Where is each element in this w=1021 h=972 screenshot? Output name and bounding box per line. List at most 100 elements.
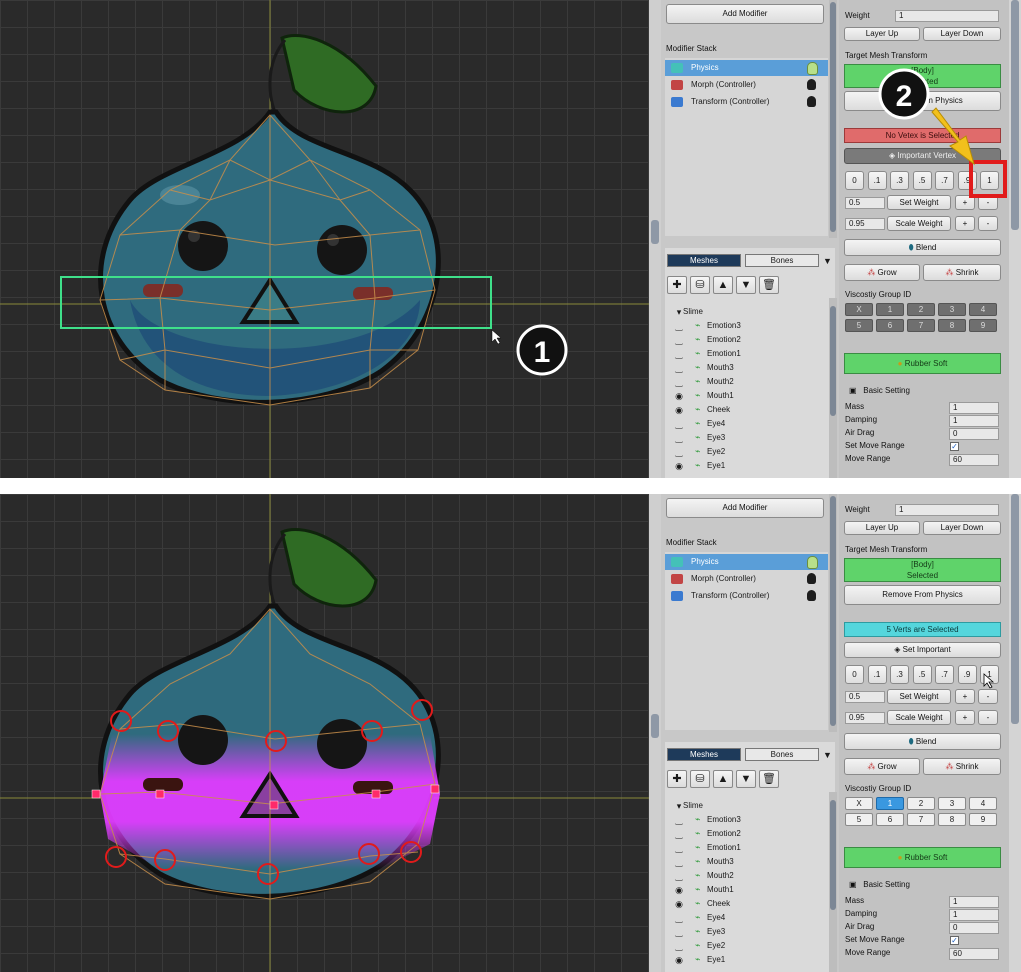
move-down-button[interactable]: ▼ <box>736 770 756 788</box>
viscosity-group-button[interactable]: 6 <box>876 319 904 332</box>
tab-bones[interactable]: Bones <box>745 254 819 267</box>
bulb-off-icon[interactable] <box>807 590 816 601</box>
weight-preset-button[interactable]: .1 <box>867 171 887 190</box>
set-weight-button[interactable]: Set Weight <box>887 195 951 210</box>
property-input[interactable]: 1 <box>949 896 999 908</box>
viewport-scrollbar[interactable] <box>649 0 661 478</box>
eye-open-icon[interactable]: ◉ <box>672 897 686 911</box>
modifier-morph[interactable]: Morph (Controller) <box>665 77 828 93</box>
inspector-scrollbar[interactable] <box>1009 0 1021 478</box>
mesh-tree-item[interactable]: ‿ ⌁ Emotion3 <box>665 813 828 827</box>
mesh-tree-item[interactable]: ‿ ⌁ Emotion2 <box>665 333 828 347</box>
set-move-range-checkbox[interactable]: ✓ <box>950 442 959 451</box>
modifier-morph[interactable]: Morph (Controller) <box>665 571 828 587</box>
viewport-scrollbar[interactable] <box>649 494 661 972</box>
viscosity-group-button[interactable]: 5 <box>845 813 873 826</box>
mesh-tree-item[interactable]: ◉ ⌁ Mouth1 <box>665 389 828 403</box>
eye-closed-icon[interactable]: ‿ <box>672 841 686 855</box>
move-up-button[interactable]: ▲ <box>713 770 733 788</box>
modifier-physics[interactable]: Physics <box>665 554 828 570</box>
scale-minus-button[interactable]: - <box>978 216 998 231</box>
viscosity-group-button[interactable]: 2 <box>907 797 935 810</box>
weight-preset-button[interactable]: .9 <box>957 665 977 684</box>
stack-scrollbar[interactable] <box>829 0 837 238</box>
eye-closed-icon[interactable]: ‿ <box>672 431 686 445</box>
mesh-tree-item[interactable]: ‿ ⌁ Emotion3 <box>665 319 828 333</box>
viscosity-group-button[interactable]: 5 <box>845 319 873 332</box>
mesh-tree-item[interactable]: ‿ ⌁ Emotion2 <box>665 827 828 841</box>
eye-closed-icon[interactable]: ‿ <box>672 813 686 827</box>
weight-input[interactable]: 1 <box>895 10 999 22</box>
viscosity-group-button[interactable]: 4 <box>969 797 997 810</box>
weight-preset-button[interactable]: 0 <box>845 665 864 684</box>
eye-closed-icon[interactable]: ‿ <box>672 925 686 939</box>
viscosity-group-button[interactable]: 7 <box>907 319 935 332</box>
eye-open-icon[interactable]: ◉ <box>672 389 686 403</box>
delete-button[interactable]: 🗑 <box>759 770 779 788</box>
tree-root[interactable]: ▾ Slime <box>665 305 828 319</box>
tab-meshes[interactable]: Meshes <box>667 254 741 267</box>
mesh-tree-item[interactable]: ◉ ⌁ Eye1 <box>665 459 828 473</box>
set-important-button[interactable]: ◈ Set Important <box>844 642 1001 658</box>
weight-preset-button[interactable]: .7 <box>935 171 954 190</box>
scale-plus-button[interactable]: + <box>955 216 975 231</box>
weight-plus-button[interactable]: + <box>955 689 975 704</box>
eye-closed-icon[interactable]: ‿ <box>672 319 686 333</box>
scale-weight-button[interactable]: Scale Weight <box>887 216 951 231</box>
shrink-button[interactable]: ⁂ Shrink <box>923 264 1001 281</box>
set-weight-button[interactable]: Set Weight <box>887 689 951 704</box>
viscosity-group-button[interactable]: 8 <box>938 319 966 332</box>
mesh-tree-item[interactable]: ‿ ⌁ Mouth3 <box>665 361 828 375</box>
mesh-tree-item[interactable]: ‿ ⌁ Eye3 <box>665 925 828 939</box>
property-input[interactable]: 0 <box>949 922 999 934</box>
mesh-viewport[interactable]: 1 <box>0 0 649 478</box>
grow-button[interactable]: ⁂ Grow <box>844 758 920 775</box>
property-input[interactable]: 1 <box>949 415 999 427</box>
viscosity-group-button[interactable]: X <box>845 303 873 316</box>
mesh-tree-item[interactable]: ◉ ⌁ Cheek <box>665 897 828 911</box>
blend-button[interactable]: ⬮ Blend <box>844 239 1001 256</box>
modifier-transform[interactable]: Transform (Controller) <box>665 588 828 604</box>
mesh-tree-item[interactable]: ◉ ⌁ Cheek <box>665 403 828 417</box>
viscosity-group-button[interactable]: 3 <box>938 797 966 810</box>
mesh-tree-item[interactable]: ‿ ⌁ Mouth2 <box>665 869 828 883</box>
tree-root[interactable]: ▾ Slime <box>665 799 828 813</box>
viscosity-group-button[interactable]: X <box>845 797 873 810</box>
add-modifier-button[interactable]: Add Modifier <box>666 4 824 24</box>
set-move-range-checkbox[interactable]: ✓ <box>950 936 959 945</box>
layer-down-button[interactable]: Layer Down <box>923 521 1001 535</box>
viscosity-group-button[interactable]: 4 <box>969 303 997 316</box>
eye-open-icon[interactable]: ◉ <box>672 883 686 897</box>
scale-weight-button[interactable]: Scale Weight <box>887 710 951 725</box>
eye-closed-icon[interactable]: ‿ <box>672 417 686 431</box>
mesh-tree-item[interactable]: ‿ ⌁ Eye4 <box>665 417 828 431</box>
mesh-tree-item[interactable]: ◉ ⌁ Mouth1 <box>665 883 828 897</box>
layer-down-button[interactable]: Layer Down <box>923 27 1001 41</box>
viscosity-group-button[interactable]: 9 <box>969 813 997 826</box>
tab-dropdown-icon[interactable]: ▼ <box>823 750 832 760</box>
property-input[interactable]: 60 <box>949 948 999 960</box>
viscosity-group-button[interactable]: 9 <box>969 319 997 332</box>
eye-closed-icon[interactable]: ‿ <box>672 361 686 375</box>
mesh-tree-item[interactable]: ‿ ⌁ Eye2 <box>665 939 828 953</box>
tab-bones[interactable]: Bones <box>745 748 819 761</box>
viscosity-group-button[interactable]: 3 <box>938 303 966 316</box>
eye-closed-icon[interactable]: ‿ <box>672 869 686 883</box>
mesh-viewport[interactable] <box>0 494 649 972</box>
bulb-off-icon[interactable] <box>807 96 816 107</box>
delete-button[interactable]: 🗑 <box>759 276 779 294</box>
mesh-tree-item[interactable]: ‿ ⌁ Mouth3 <box>665 855 828 869</box>
set-weight-input[interactable]: 0.5 <box>845 197 885 209</box>
weight-minus-button[interactable]: - <box>978 689 998 704</box>
property-input[interactable]: 1 <box>949 402 999 414</box>
rubber-soft-preset[interactable]: ● Rubber Soft <box>844 847 1001 868</box>
add-mesh-button[interactable]: ✚ <box>667 276 687 294</box>
eye-closed-icon[interactable]: ‿ <box>672 827 686 841</box>
bulb-off-icon[interactable] <box>807 573 816 584</box>
eye-closed-icon[interactable]: ‿ <box>672 375 686 389</box>
mesh-tree-item[interactable]: ‿ ⌁ Eye4 <box>665 911 828 925</box>
move-up-button[interactable]: ▲ <box>713 276 733 294</box>
weight-preset-button[interactable]: .7 <box>935 665 954 684</box>
eye-closed-icon[interactable]: ‿ <box>672 333 686 347</box>
mesh-tree-item[interactable]: ◉ ⌁ Eye1 <box>665 953 828 967</box>
